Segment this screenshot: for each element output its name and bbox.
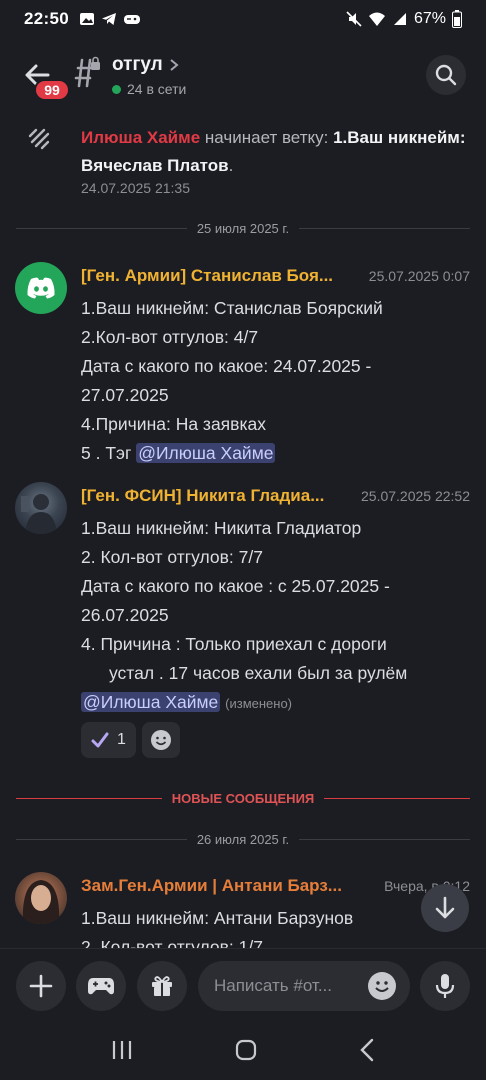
message-body: 1.Ваш никнейм: Никита Гладиатор 2. Кол-в… — [81, 514, 473, 718]
channel-title[interactable]: отгул — [112, 54, 179, 76]
date-divider-label: 25 июля 2025 г. — [196, 220, 290, 236]
channel-name: отгул — [112, 54, 163, 75]
message-line-text: 5 . Тэг — [81, 443, 132, 463]
recent-apps-icon[interactable] — [110, 1039, 134, 1061]
message-body: 1.Ваш никнейм: Станислав Боярский 2.Кол-… — [81, 294, 473, 468]
date-divider: 26 июля 2025 г. — [16, 829, 470, 849]
chevron-right-icon — [170, 59, 179, 71]
thread-start-text: Илюша Хайме начинает ветку: 1.Ваш никней… — [81, 128, 466, 175]
edited-label: (изменено) — [225, 696, 293, 711]
battery-percent: 67% — [413, 10, 446, 27]
status-notification-icons — [79, 11, 141, 27]
gamepad-status-icon — [123, 15, 140, 24]
message-input-placeholder: Написать #от... — [214, 976, 332, 995]
channel-hash-lock-icon — [74, 56, 100, 88]
message-line: 26.07.2025 — [81, 605, 169, 625]
message-body: 1.Ваш никнейм: Антани Барзунов 2. Кол-во… — [81, 904, 473, 948]
message-line: Дата с какого по какое: 24.07.2025 - — [81, 356, 372, 376]
status-right: 67% — [346, 10, 462, 28]
message-line: устал . 17 часов ехали был за рулём — [109, 663, 408, 683]
avatar[interactable] — [15, 482, 67, 534]
wifi-icon — [368, 12, 385, 26]
online-dot-icon — [112, 84, 121, 94]
message-line: 1.Ваш никнейм: Станислав Боярский — [81, 298, 383, 318]
message-line: 1.Ваш никнейм: Антани Барзунов — [81, 908, 354, 928]
message-input[interactable]: Написать #от... — [198, 961, 410, 1011]
gift-icon — [152, 976, 172, 996]
gamepad-icon — [88, 978, 114, 995]
message-line: 4.Причина: На заявках — [81, 414, 266, 434]
message-author[interactable]: [Ген. ФСИН] Никита Гладиа... — [81, 486, 351, 506]
message-line: 4. Причина : Только приехал с дороги — [81, 634, 387, 654]
channel-header: 99 отгул 24 в сети — [0, 40, 486, 112]
signal-icon — [393, 13, 406, 25]
status-time: 22:50 — [24, 9, 69, 28]
online-status: 24 в сети — [112, 81, 186, 97]
reaction-count: 1 — [117, 731, 126, 748]
emoji-button[interactable] — [368, 972, 396, 1000]
back-nav-icon[interactable] — [358, 1038, 376, 1062]
message-line: @Илюша Хайме (изменено) — [81, 688, 473, 718]
jump-to-bottom-button[interactable] — [421, 884, 469, 932]
new-messages-divider: НОВЫЕ СООБЩЕНИЯ — [16, 788, 470, 808]
microphone-icon — [435, 974, 455, 998]
message-line: 2. Кол-вот отгулов: 1/7 — [81, 937, 263, 948]
telegram-icon — [101, 13, 116, 25]
activities-button[interactable] — [76, 961, 126, 1011]
add-reaction-button[interactable] — [141, 722, 180, 758]
mute-icon — [346, 11, 362, 27]
checkmark-emoji-icon — [91, 732, 109, 748]
emoji-icon — [375, 981, 389, 992]
message-line: 1.Ваш никнейм: Никита Гладиатор — [81, 518, 362, 538]
online-count: 24 в сети — [127, 81, 187, 97]
message-author[interactable]: Зам.Ген.Армии | Антани Барз... — [81, 876, 361, 896]
discord-logo-icon — [27, 277, 55, 299]
thread-action: начинает ветку: — [204, 128, 329, 147]
user-mention[interactable]: @Илюша Хайме — [81, 692, 221, 712]
status-bar: 22:50 67% — [0, 0, 486, 38]
message-timestamp: 25.07.2025 0:07 — [368, 268, 470, 284]
thread-icon — [28, 128, 50, 150]
arrow-down-icon — [435, 896, 455, 919]
system-nav-bar — [0, 1020, 486, 1080]
gift-button[interactable] — [137, 961, 187, 1011]
message-author[interactable]: [Ген. Армии] Станислав Боя... — [81, 266, 361, 286]
user-mention[interactable]: @Илюша Хайме — [136, 443, 276, 463]
reactions: 1 — [81, 722, 180, 758]
message[interactable]: Зам.Ген.Армии | Антани Барз... Вчера, в … — [0, 872, 486, 948]
new-messages-label: НОВЫЕ СООБЩЕНИЯ — [171, 790, 315, 806]
avatar-photo-icon — [21, 494, 57, 534]
add-emoji-icon — [150, 730, 171, 750]
message-line: 2. Кол-вот отгулов: 7/7 — [81, 547, 263, 567]
date-divider: 25 июля 2025 г. — [16, 218, 470, 238]
home-icon[interactable] — [234, 1038, 258, 1062]
reaction-checkmark[interactable]: 1 — [81, 722, 136, 758]
avatar[interactable] — [15, 262, 67, 314]
message-composer: Написать #от... — [0, 948, 486, 1020]
message-line: Дата с какого по какое : с 25.07.2025 - — [81, 576, 390, 596]
message-line: 27.07.2025 — [81, 385, 169, 405]
search-icon — [435, 64, 457, 86]
add-attachment-button[interactable] — [16, 961, 66, 1011]
avatar[interactable] — [15, 872, 67, 924]
plus-icon — [29, 974, 53, 998]
voice-message-button[interactable] — [420, 961, 470, 1011]
thread-date: 24.07.2025 21:35 — [81, 180, 190, 196]
message-timestamp: 25.07.2025 22:52 — [361, 488, 470, 504]
avatar-photo-icon — [22, 880, 60, 924]
battery-icon — [452, 10, 462, 28]
thread-author[interactable]: Илюша Хайме — [81, 128, 200, 147]
message-line: 5 . Тэг @Илюша Хайме — [81, 439, 473, 468]
search-button[interactable] — [426, 55, 466, 95]
gallery-icon — [79, 13, 94, 25]
date-divider-label: 26 июля 2025 г. — [196, 831, 290, 847]
unread-badge: 99 — [34, 79, 70, 101]
message-line: 2.Кол-вот отгулов: 4/7 — [81, 327, 259, 347]
